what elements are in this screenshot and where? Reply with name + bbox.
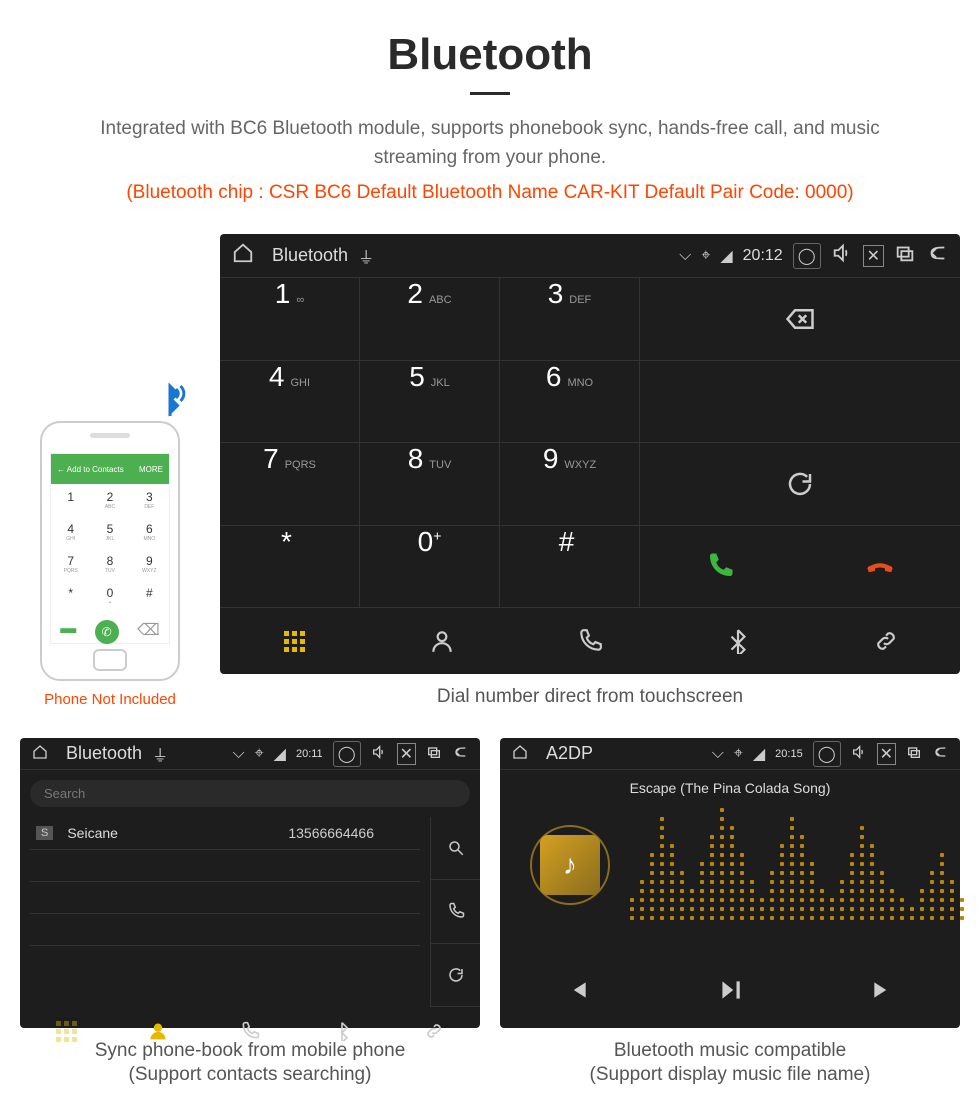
backspace-button[interactable]: [640, 278, 960, 361]
nav-contacts[interactable]: [368, 608, 516, 674]
album-art-icon: ♪: [530, 825, 610, 905]
back-icon[interactable]: [926, 242, 948, 269]
recent-icon[interactable]: [426, 744, 442, 763]
camera-icon[interactable]: ◯: [813, 741, 841, 767]
phone-icon: [577, 628, 603, 654]
key-7[interactable]: 7PQRS: [220, 443, 360, 526]
search-input[interactable]: Search: [30, 780, 470, 807]
song-title: Escape (The Pina Colada Song): [520, 780, 940, 796]
close-icon[interactable]: ✕: [877, 743, 896, 765]
link-icon: [873, 628, 899, 654]
play-pause-button[interactable]: [653, 960, 806, 1020]
person-icon: [429, 628, 455, 654]
camera-icon[interactable]: ◯: [793, 243, 821, 269]
key-3[interactable]: 3DEF: [500, 278, 640, 361]
contact-row[interactable]: S Seicane 13566664466: [30, 817, 420, 850]
music-device: A2DP ⌵⌖◢ 20:15 ◯ ✕ Escape (The Pina Cola…: [500, 738, 960, 1028]
key-0[interactable]: 0+: [360, 526, 500, 609]
location-icon: ⌖: [701, 247, 710, 265]
close-icon[interactable]: ✕: [397, 743, 416, 765]
status-bar: Bluetooth ⏚ ⌵ ⌖ ◢ 20:12 ◯ ✕: [220, 234, 960, 278]
key-4[interactable]: 4GHI: [220, 361, 360, 444]
camera-icon[interactable]: ◯: [333, 741, 361, 767]
key-#[interactable]: #: [500, 526, 640, 609]
app-label: Bluetooth: [66, 743, 142, 764]
page-subtitle: Integrated with BC6 Bluetooth module, su…: [20, 115, 960, 172]
volume-icon[interactable]: [371, 744, 387, 763]
call-contact-button[interactable]: [430, 880, 480, 943]
close-icon[interactable]: ✕: [863, 245, 884, 267]
redial-button[interactable]: [640, 443, 960, 526]
call-button[interactable]: [640, 526, 800, 609]
bluetooth-icon: ⌵: [679, 247, 691, 265]
back-icon[interactable]: [932, 744, 948, 763]
bluetooth-nav-icon: [725, 628, 751, 654]
nav-bluetooth[interactable]: [664, 608, 812, 674]
dialer-caption: Dial number direct from touchscreen: [220, 686, 960, 708]
key-1[interactable]: 1∞: [220, 278, 360, 361]
recent-icon[interactable]: [906, 744, 922, 763]
clock: 20:12: [743, 247, 783, 265]
nav-keypad[interactable]: [220, 608, 368, 674]
bluetooth-signal-icon: [152, 383, 188, 426]
contact-name: Seicane: [67, 825, 118, 841]
recent-icon[interactable]: [894, 242, 916, 269]
home-icon[interactable]: [232, 242, 254, 269]
volume-icon[interactable]: [831, 242, 853, 269]
key-2[interactable]: 2ABC: [360, 278, 500, 361]
nav-calls[interactable]: [516, 608, 664, 674]
dialer-device: Bluetooth ⏚ ⌵ ⌖ ◢ 20:12 ◯ ✕ 1∞2ABC3DEF 4G…: [220, 234, 960, 674]
next-track-button[interactable]: [807, 960, 960, 1020]
app-label: A2DP: [546, 743, 593, 764]
contact-badge: S: [36, 826, 53, 840]
nav-pair[interactable]: [812, 608, 960, 674]
key-*[interactable]: *: [220, 526, 360, 609]
volume-icon[interactable]: [851, 744, 867, 763]
key-9[interactable]: 9WXYZ: [500, 443, 640, 526]
contacts-device: Bluetooth ⏚ ⌵⌖◢ 20:11 ◯ ✕ Search S Seica…: [20, 738, 480, 1028]
music-caption: Bluetooth music compatible (Support disp…: [500, 1040, 960, 1086]
keypad-icon: [284, 631, 305, 652]
wifi-icon: ◢: [720, 246, 732, 266]
phone-mockup: ← Add to Contacts MORE 1 2ABC 3DEF 4GHI …: [40, 421, 180, 681]
usb-icon: ⏚: [358, 244, 374, 268]
home-icon[interactable]: [32, 744, 48, 763]
key-6[interactable]: 6MNO: [500, 361, 640, 444]
clock: 20:15: [775, 748, 803, 760]
key-5[interactable]: 5JKL: [360, 361, 500, 444]
clock: 20:11: [296, 748, 323, 760]
bluetooth-specs: (Bluetooth chip : CSR BC6 Default Blueto…: [20, 182, 960, 204]
blank-action: [640, 361, 960, 444]
sync-button[interactable]: [430, 944, 480, 1007]
title-underline: [470, 92, 510, 95]
phone-note: Phone Not Included: [20, 691, 200, 708]
search-button[interactable]: [430, 817, 480, 880]
prev-track-button[interactable]: [500, 960, 653, 1020]
back-icon[interactable]: [452, 744, 468, 763]
usb-icon: ⏚: [152, 742, 168, 766]
app-label: Bluetooth: [272, 245, 348, 266]
visualizer: [630, 820, 940, 920]
home-icon[interactable]: [512, 744, 528, 763]
page-title: Bluetooth: [20, 30, 960, 80]
hangup-button[interactable]: [800, 526, 960, 609]
key-8[interactable]: 8TUV: [360, 443, 500, 526]
contact-number: 13566664466: [288, 825, 374, 841]
